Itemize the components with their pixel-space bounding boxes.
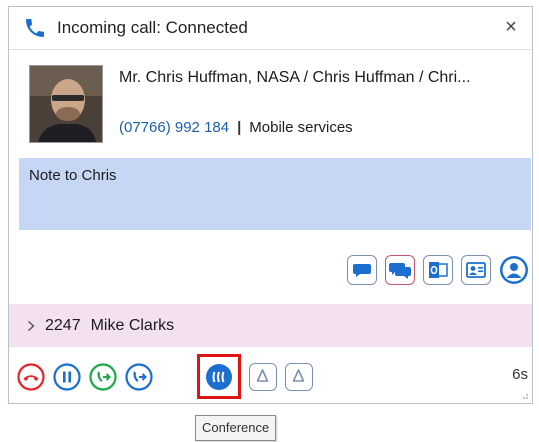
note-field[interactable]: Note to Chris: [19, 158, 531, 230]
title-bar: Incoming call: Connected ×: [9, 7, 532, 50]
contact-card-icon: [466, 262, 486, 278]
chat-button[interactable]: [347, 255, 377, 285]
held-call-row[interactable]: 2247 Mike Clarks: [9, 304, 532, 347]
separator: |: [237, 119, 242, 136]
phone-icon: [26, 19, 44, 37]
held-call-extension: 2247: [45, 316, 81, 334]
call-window: Incoming call: Connected × Mr. Chris Huf…: [8, 6, 533, 404]
resize-grip-icon[interactable]: [521, 392, 529, 400]
conference-tooltip: Conference: [195, 415, 277, 441]
profile-button[interactable]: [499, 255, 529, 285]
note-text: Note to Chris: [29, 167, 117, 184]
chat-bubble-icon: [353, 264, 371, 277]
chevron-right-icon[interactable]: [25, 320, 37, 332]
consult-transfer-icon[interactable]: [125, 363, 153, 391]
conference-highlight: [197, 354, 241, 399]
contact-card-button[interactable]: [461, 255, 491, 285]
hangup-icon[interactable]: [17, 363, 45, 391]
conversation-button[interactable]: [385, 255, 415, 285]
user-profile-icon: [500, 256, 528, 284]
bell-icon: [256, 369, 269, 382]
pause-icon[interactable]: [53, 363, 81, 391]
contact-panel: Mr. Chris Huffman, NASA / Chris Huffman …: [9, 50, 532, 150]
contact-phone-line: (07766) 992 184 | Mobile services: [119, 119, 353, 136]
contact-service: Mobile services: [249, 119, 353, 136]
bell-icon: [292, 369, 305, 382]
call-timer: 6s: [512, 366, 528, 383]
avatar: [29, 65, 103, 143]
call-controls: [9, 363, 532, 397]
extra-action-button-2[interactable]: [285, 363, 313, 391]
outlook-button[interactable]: [423, 255, 453, 285]
extra-action-button-1[interactable]: [249, 363, 277, 391]
close-button[interactable]: ×: [500, 16, 522, 38]
outlook-icon: [429, 262, 448, 278]
conversation-bubbles-icon: [389, 263, 411, 279]
contact-name: Mr. Chris Huffman, NASA / Chris Huffman …: [119, 69, 471, 86]
contact-photo-icon: [30, 66, 102, 142]
window-title: Incoming call: Connected: [57, 18, 248, 37]
contact-tools: [347, 255, 529, 285]
transfer-icon[interactable]: [89, 363, 117, 391]
held-call-name: Mike Clarks: [90, 316, 175, 334]
contact-phone-number[interactable]: (07766) 992 184: [119, 119, 229, 136]
